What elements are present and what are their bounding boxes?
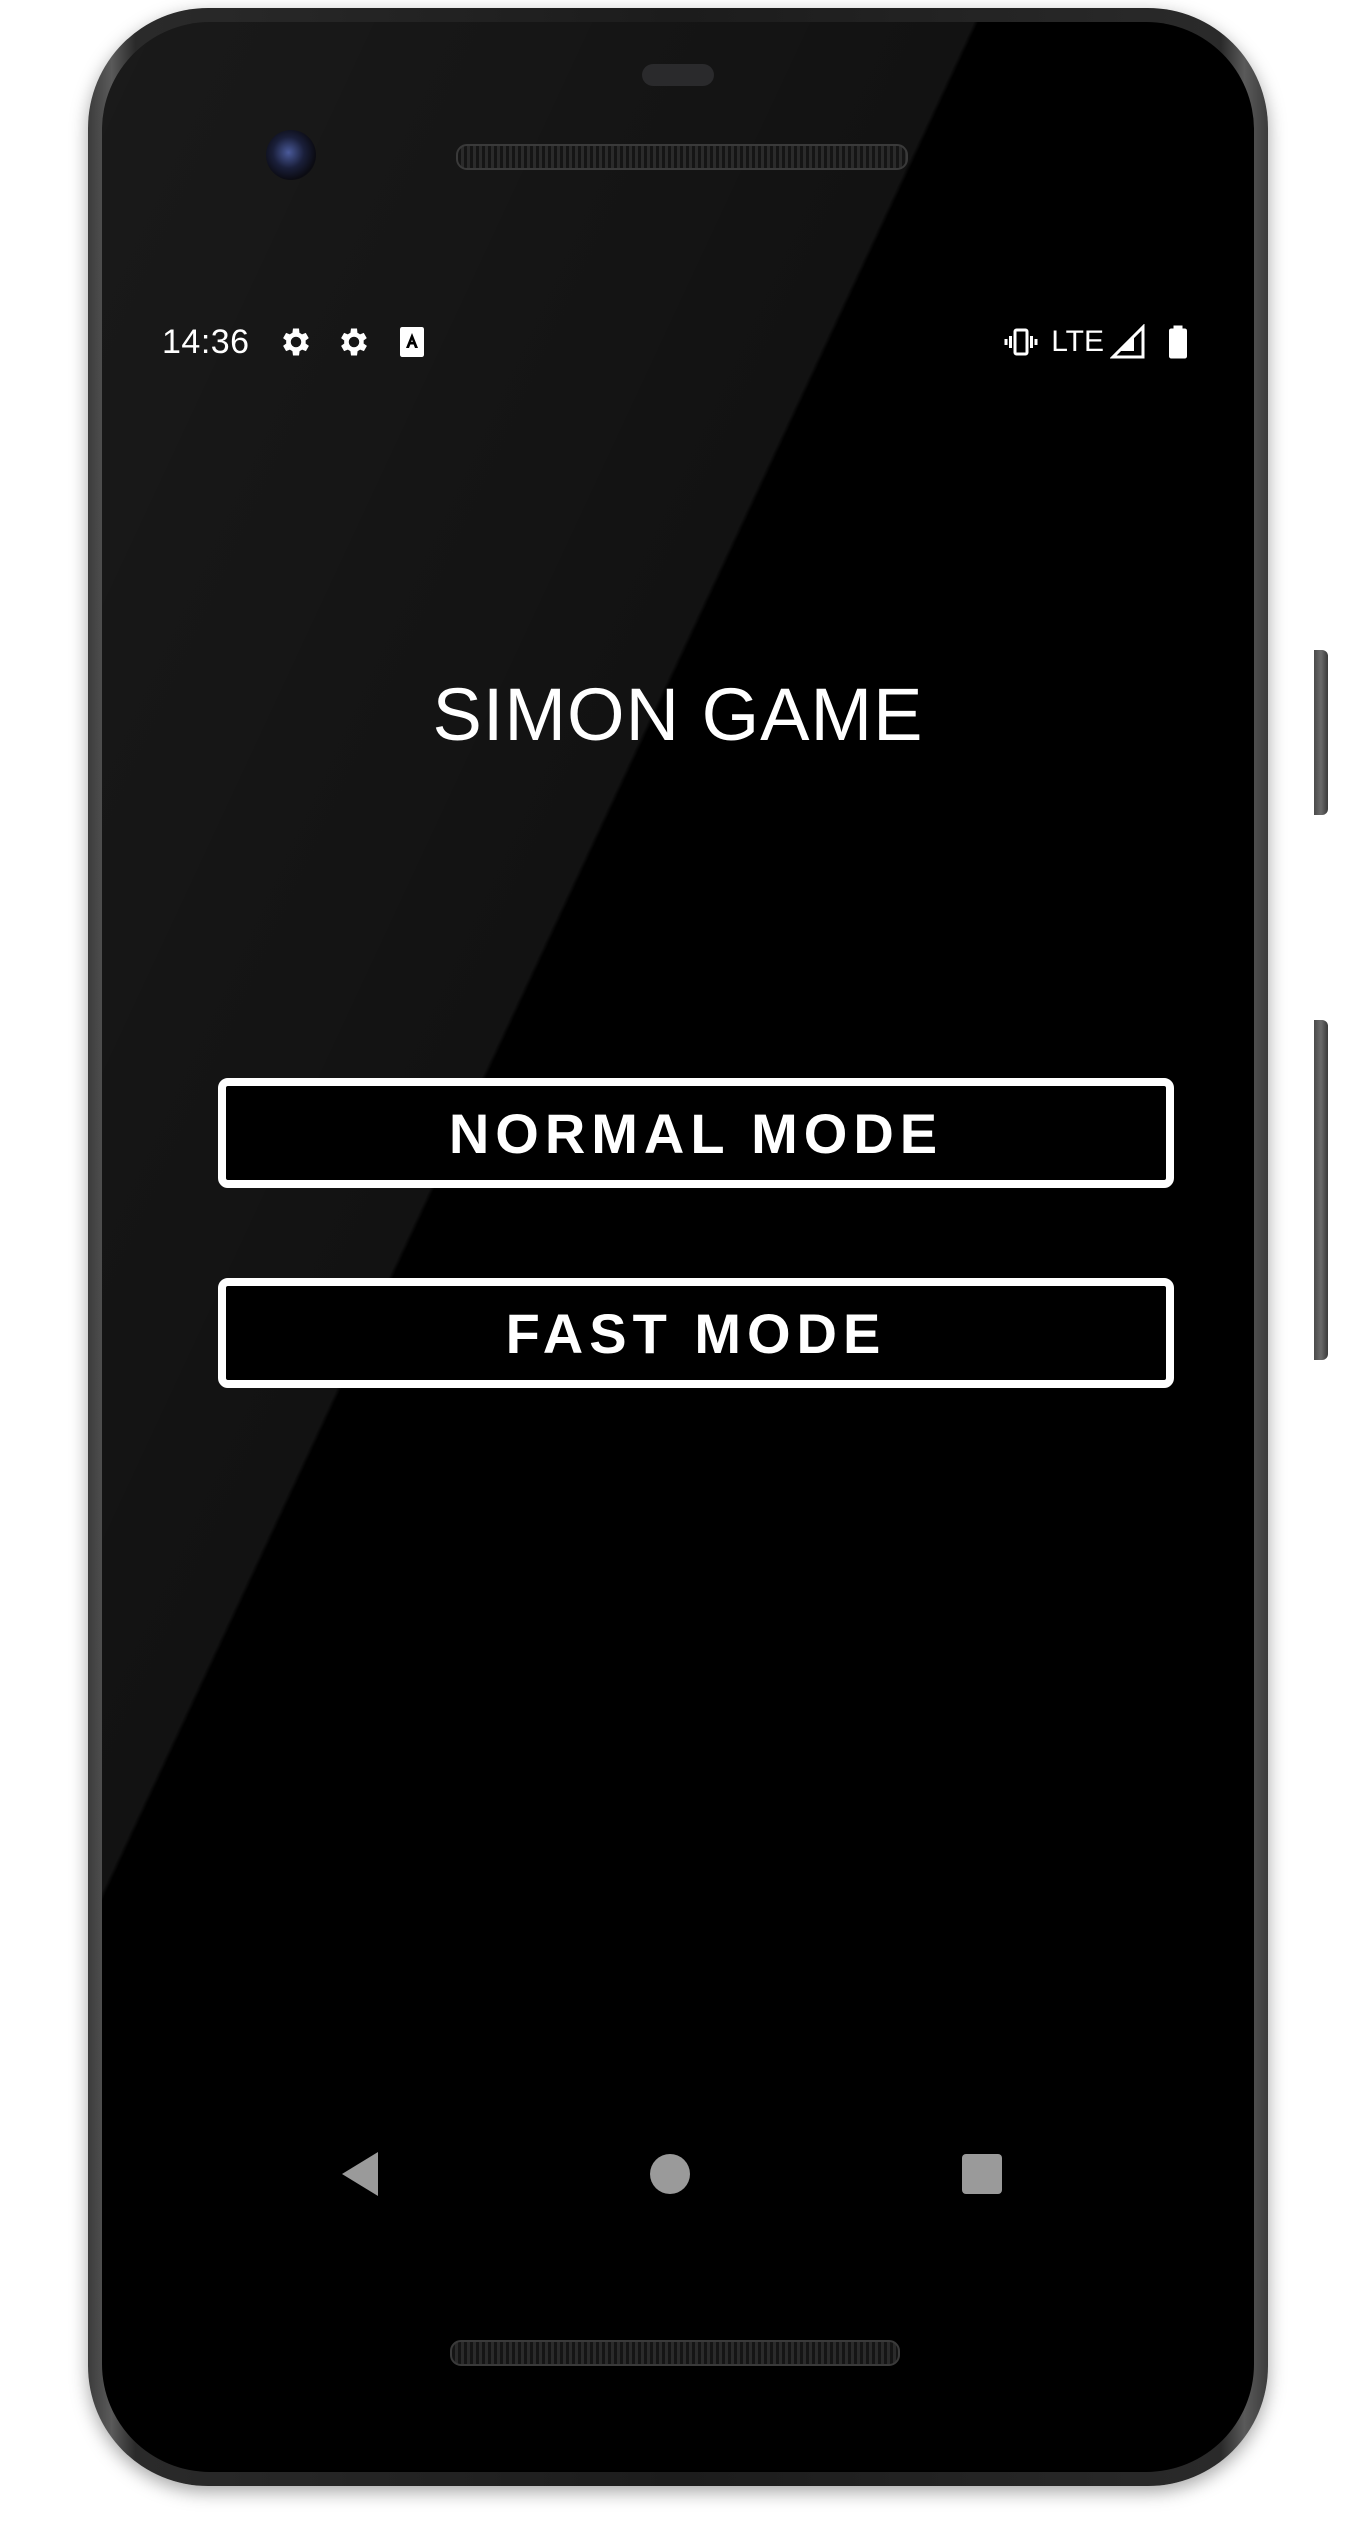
settings-gear-icon xyxy=(340,328,367,356)
recents-icon[interactable] xyxy=(962,2154,1002,2194)
back-icon[interactable] xyxy=(342,2152,378,2196)
fast-mode-button[interactable]: FAST MODE xyxy=(218,1278,1174,1388)
proximity-sensor xyxy=(642,64,714,86)
accessibility-a-icon xyxy=(399,327,424,357)
power-button xyxy=(1314,650,1328,815)
front-camera xyxy=(266,130,316,180)
normal-mode-button[interactable]: NORMAL MODE xyxy=(218,1078,1174,1188)
page-title: SIMON GAME xyxy=(432,673,924,756)
battery-icon xyxy=(1169,325,1187,359)
signal-icon xyxy=(1110,324,1145,359)
home-icon[interactable] xyxy=(650,2154,690,2194)
volume-rocker xyxy=(1314,1020,1328,1360)
earpiece-speaker xyxy=(456,144,908,170)
settings-gear-icon xyxy=(282,328,309,356)
screen-glare xyxy=(102,22,1254,2472)
phone-frame: 14:36 LTE SIMON GAME NORMAL MODE FAST MO… xyxy=(88,8,1268,2486)
vibrate-icon xyxy=(1004,328,1038,356)
network-type: LTE xyxy=(1051,325,1104,358)
device-mockup: 14:36 LTE SIMON GAME NORMAL MODE FAST MO… xyxy=(0,0,1370,2534)
bottom-speaker xyxy=(450,2340,900,2366)
status-right: LTE xyxy=(1003,312,1196,372)
status-time: 14:36 xyxy=(162,322,250,361)
status-left: 14:36 xyxy=(162,312,452,372)
status-bar: 14:36 LTE xyxy=(162,312,1196,372)
phone-screen: 14:36 LTE SIMON GAME NORMAL MODE FAST MO… xyxy=(102,22,1254,2472)
navigation-bar xyxy=(102,2142,1254,2212)
